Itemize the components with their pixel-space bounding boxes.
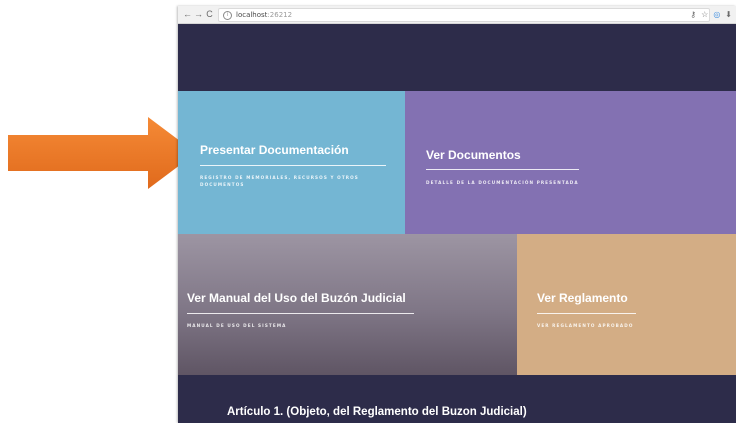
download-icon[interactable]: ⬇ (725, 6, 732, 23)
tile-title: Ver Manual del Uso del Buzón Judicial (187, 291, 406, 305)
tile-divider (537, 313, 636, 314)
tile-presentar-documentacion[interactable]: Presentar Documentación REGISTRO DE MEMO… (178, 91, 405, 234)
extension-icon[interactable]: ◎ (713, 6, 720, 23)
browser-toolbar: ← → C i localhost:26212 ⚷ ☆ ◎ ⬇ (178, 6, 736, 24)
article-heading: Artículo 1. (Objeto, del Reglamento del … (227, 406, 527, 418)
tile-subtitle: VER REGLAMENTO APROBADO (537, 323, 634, 328)
forward-button[interactable]: → (193, 6, 204, 23)
tile-divider (187, 313, 414, 314)
tile-ver-manual[interactable]: Ver Manual del Uso del Buzón Judicial MA… (178, 234, 517, 375)
browser-window: ← → C i localhost:26212 ⚷ ☆ ◎ ⬇ Presenta… (178, 6, 736, 423)
tile-ver-documentos[interactable]: Ver Documentos DETALLE DE LA DOCUMENTACI… (405, 91, 736, 234)
info-icon[interactable]: i (223, 10, 232, 20)
key-icon[interactable]: ⚷ (690, 6, 696, 23)
browser-actions: ⚷ ☆ ◎ ⬇ (690, 6, 732, 23)
orange-arrow-icon (8, 117, 196, 189)
address-bar[interactable]: i localhost:26212 (218, 8, 710, 22)
tile-title: Ver Documentos (426, 148, 521, 162)
tile-title: Ver Reglamento (537, 291, 628, 305)
url-host: localhost (236, 11, 268, 19)
url-port: :26212 (267, 11, 293, 19)
tile-subtitle: DETALLE DE LA DOCUMENTACIÓN PRESENTADA (426, 180, 579, 185)
tile-subtitle: REGISTRO DE MEMORIALES, RECURSOS Y OTROS… (200, 175, 359, 187)
star-icon[interactable]: ☆ (701, 6, 708, 23)
screenshot-stage: ← → C i localhost:26212 ⚷ ☆ ◎ ⬇ Presenta… (0, 0, 736, 423)
tile-divider (426, 169, 579, 170)
tile-ver-reglamento[interactable]: Ver Reglamento VER REGLAMENTO APROBADO (517, 234, 736, 375)
tile-title: Presentar Documentación (200, 143, 349, 157)
tile-divider (200, 165, 386, 166)
url-text: localhost:26212 (236, 11, 292, 19)
reload-button[interactable]: C (204, 6, 215, 23)
tile-subtitle: MANUAL DE USO DEL SISTEMA (187, 323, 287, 328)
back-button[interactable]: ← (182, 6, 193, 23)
